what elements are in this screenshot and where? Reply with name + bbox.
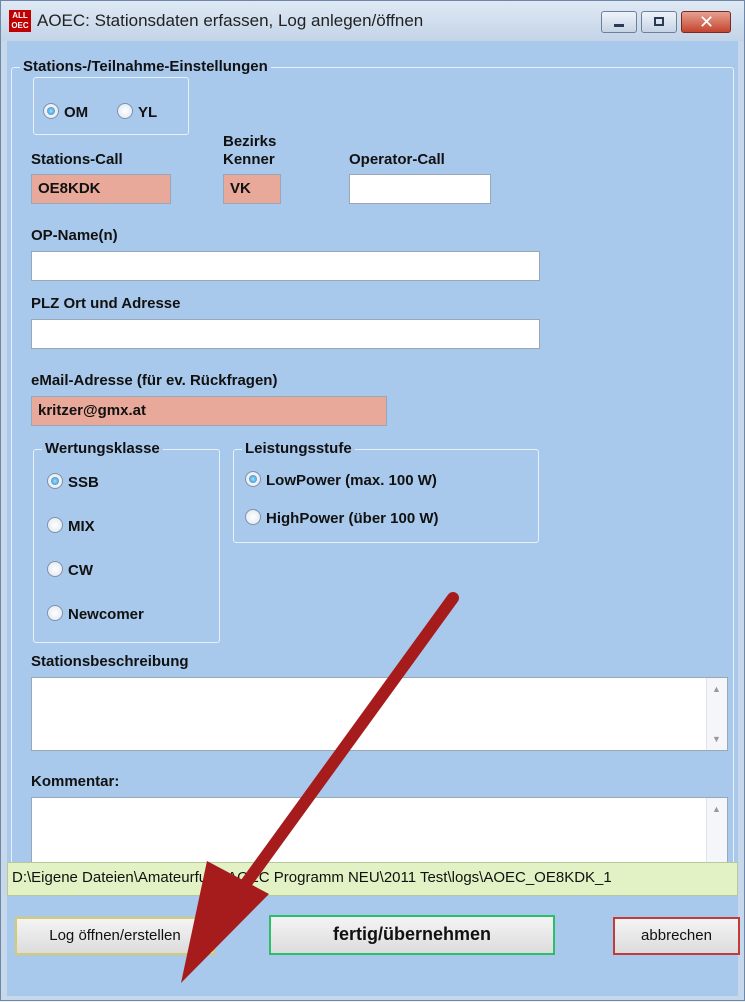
radio-newcomer[interactable]: Newcomer	[47, 605, 144, 625]
log-path-display: D:\Eigene Dateien\Amateurfunk\AOEC Progr…	[7, 862, 738, 896]
district-label-line2: Kenner	[223, 151, 275, 168]
dialog-window: ALL OEC AOEC: Stationsdaten erfassen, Log…	[0, 0, 745, 1001]
radio-yl-label: YL	[138, 104, 158, 121]
district-field[interactable]: VK	[223, 174, 281, 204]
maximize-icon	[654, 17, 664, 26]
settings-group-legend: Stations-/Teilnahme-Einstellungen	[20, 58, 271, 75]
app-icon[interactable]: ALL OEC	[9, 10, 31, 32]
radio-om-label: OM	[64, 104, 89, 121]
close-icon: ✕	[699, 12, 715, 32]
description-textarea[interactable]: ▲ ▼	[31, 677, 728, 751]
radio-cw[interactable]: CW	[47, 561, 93, 581]
radio-mix[interactable]: MIX	[47, 517, 95, 537]
email-label: eMail-Adresse (für ev. Rückfragen)	[31, 372, 278, 389]
window-title: AOEC: Stationsdaten erfassen, Log anlege…	[37, 11, 424, 30]
radio-ssb-label: SSB	[68, 474, 99, 491]
radio-ssb-indicator[interactable]	[47, 473, 63, 489]
close-button[interactable]: ✕	[681, 11, 731, 33]
client-area: Stations-/Teilnahme-Einstellungen OM YL …	[7, 41, 738, 996]
radio-lowpower[interactable]: LowPower (max. 100 W)	[245, 471, 437, 491]
radio-newcomer-label: Newcomer	[68, 606, 144, 623]
radio-highpower-label: HighPower (über 100 W)	[266, 510, 439, 527]
title-bar[interactable]: ALL OEC AOEC: Stationsdaten erfassen, Log…	[1, 1, 744, 41]
op-name-label: OP-Name(n)	[31, 227, 118, 244]
radio-lowpower-label: LowPower (max. 100 W)	[266, 472, 437, 489]
description-label: Stationsbeschreibung	[31, 653, 189, 670]
op-name-field[interactable]	[31, 251, 540, 281]
cancel-button[interactable]: abbrechen	[613, 917, 740, 955]
station-call-label: Stations-Call	[31, 151, 123, 168]
minimize-button[interactable]	[601, 11, 637, 33]
comment-label: Kommentar:	[31, 773, 120, 790]
scroll-down-icon[interactable]: ▼	[712, 734, 721, 744]
address-field[interactable]	[31, 319, 540, 349]
radio-om-indicator[interactable]	[43, 103, 59, 119]
scroll-up-icon[interactable]: ▲	[712, 804, 721, 814]
maximize-button[interactable]	[641, 11, 677, 33]
radio-lowpower-indicator[interactable]	[245, 471, 261, 487]
address-label: PLZ Ort und Adresse	[31, 295, 181, 312]
radio-newcomer-indicator[interactable]	[47, 605, 63, 621]
radio-cw-indicator[interactable]	[47, 561, 63, 577]
operator-call-field[interactable]	[349, 174, 491, 204]
done-button[interactable]: fertig/übernehmen	[269, 915, 555, 955]
radio-yl-indicator[interactable]	[117, 103, 133, 119]
radio-cw-label: CW	[68, 562, 93, 579]
radio-yl[interactable]: YL	[117, 103, 157, 123]
station-call-field[interactable]: OE8KDK	[31, 174, 171, 204]
scroll-up-icon[interactable]: ▲	[712, 684, 721, 694]
radio-highpower-indicator[interactable]	[245, 509, 261, 525]
minimize-icon	[614, 24, 624, 27]
email-field[interactable]: kritzer@gmx.at	[31, 396, 387, 426]
radio-ssb[interactable]: SSB	[47, 473, 99, 493]
wertungsklasse-legend: Wertungsklasse	[42, 440, 163, 457]
leistungsstufe-legend: Leistungsstufe	[242, 440, 355, 457]
radio-om[interactable]: OM	[43, 103, 88, 123]
radio-highpower[interactable]: HighPower (über 100 W)	[245, 509, 439, 529]
radio-mix-indicator[interactable]	[47, 517, 63, 533]
description-scrollbar[interactable]: ▲ ▼	[706, 678, 727, 750]
operator-call-label: Operator-Call	[349, 151, 445, 168]
log-open-button[interactable]: Log öffnen/erstellen	[15, 917, 215, 955]
radio-mix-label: MIX	[68, 518, 95, 535]
district-label-line1: Bezirks	[223, 133, 277, 150]
